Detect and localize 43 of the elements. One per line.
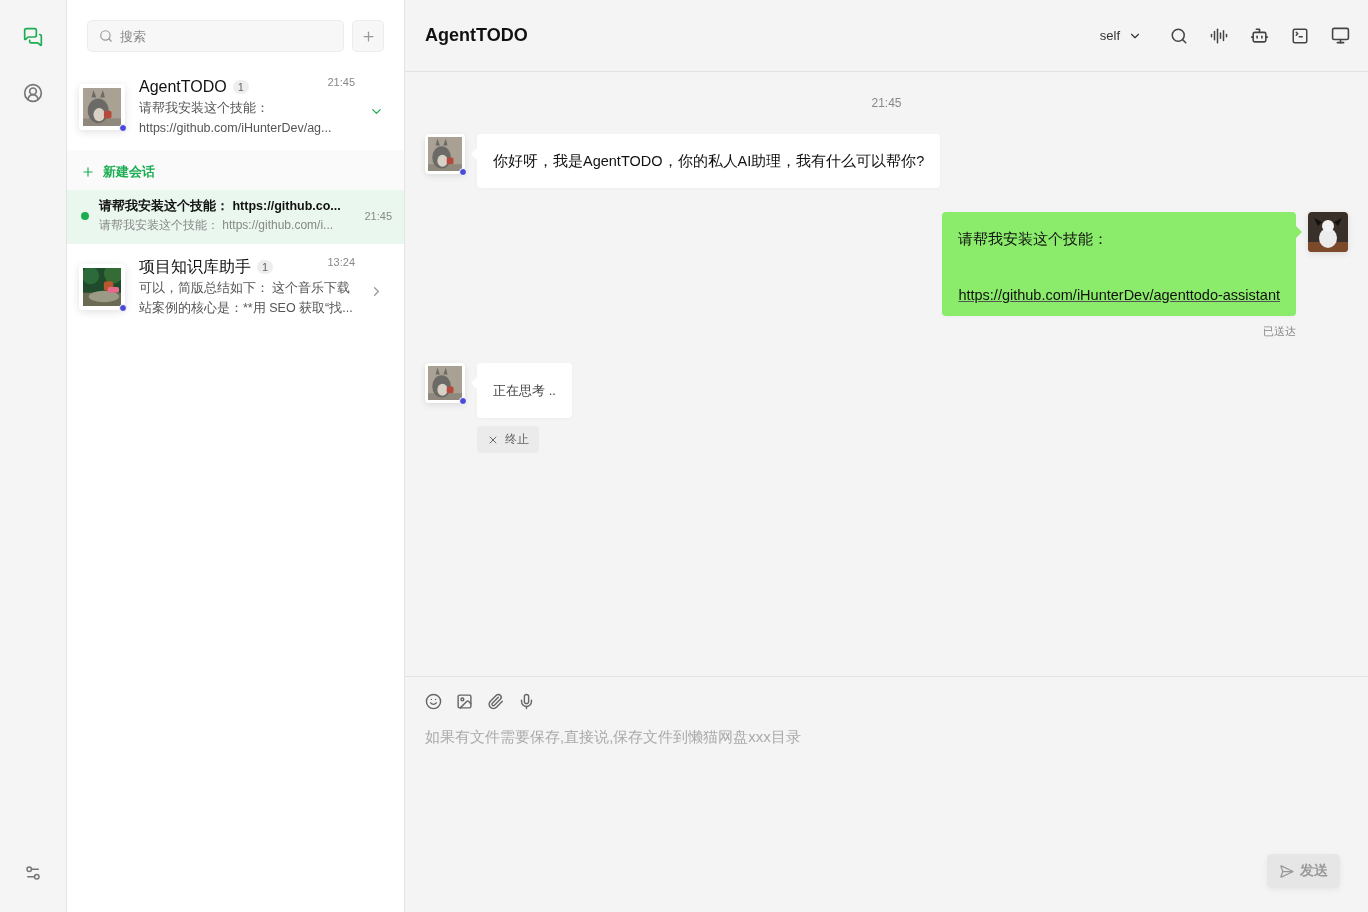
session-preview: 请帮我安装这个技能： https://github.com/i... — [99, 217, 335, 234]
unread-count: 1 — [257, 260, 274, 274]
emoji-icon[interactable] — [425, 693, 442, 710]
chat-bubbles-icon[interactable] — [23, 27, 43, 47]
contact-name: 项目知识库助手 — [139, 256, 251, 277]
message-time: 21:45 — [327, 76, 355, 88]
paperclip-icon[interactable] — [487, 693, 504, 710]
plus-icon — [360, 28, 376, 44]
unread-count: 1 — [232, 80, 249, 94]
stop-button[interactable]: 终止 — [477, 426, 539, 453]
mode-select[interactable]: self — [1099, 28, 1148, 43]
search-icon — [99, 29, 113, 43]
user-icon[interactable] — [23, 83, 43, 103]
search-field[interactable]: 搜索 — [87, 20, 344, 52]
search-icon[interactable] — [1170, 26, 1188, 45]
microphone-icon[interactable] — [518, 693, 535, 710]
image-icon[interactable] — [456, 693, 473, 710]
session-time: 21:45 — [364, 210, 392, 222]
send-icon — [1279, 863, 1294, 879]
message-preview: 可以，简版总结如下： 这个音乐下载 — [139, 280, 352, 297]
message-preview: 站案例的核心是：**用 SEO 获取“找... — [139, 300, 354, 317]
message-time: 13:24 — [327, 256, 355, 268]
status-dot — [119, 304, 127, 312]
delivery-status: 已送达 — [1263, 324, 1296, 339]
timestamp: 21:45 — [871, 96, 902, 110]
plus-icon — [81, 165, 95, 179]
robot-icon[interactable] — [1250, 26, 1269, 45]
settings-icon[interactable] — [24, 864, 42, 882]
terminal-icon[interactable] — [1291, 26, 1309, 45]
link[interactable]: https://github.com/iHunterDev/agenttodo-assistant — [958, 284, 1280, 306]
audio-wave-icon[interactable] — [1210, 26, 1228, 45]
contact-name: AgentTODO — [139, 78, 227, 96]
session-title: 请帮我安装这个技能： https://github.co... — [99, 198, 342, 215]
message-input[interactable]: 如果有文件需要保存,直接说,保存文件到懒猫网盘xxx目录 — [425, 728, 1340, 854]
session-item[interactable]: 请帮我安装这个技能： https://github.co... 请帮我安装这个技能： https://github.com/i... 21:45 — [67, 190, 404, 244]
status-dot — [119, 124, 127, 132]
message-preview: https://github.com/iHunterDev/ag... — [139, 120, 333, 137]
conversation-item[interactable]: AgentTODO 1 21:45 请帮我安装这个技能： https://github.com/iHunterDev/ag... — [67, 64, 404, 150]
monitor-icon[interactable] — [1331, 26, 1350, 45]
conversation-item[interactable]: 项目知识库助手 1 13:24 可以，简版总结如下： 这个音乐下载 站案例的核心是：**用 SEO 获取“找... — [67, 244, 404, 330]
status-dot — [81, 212, 89, 220]
message-preview: 请帮我安装这个技能： — [139, 100, 270, 117]
chat-title: AgentTODO — [425, 25, 528, 46]
